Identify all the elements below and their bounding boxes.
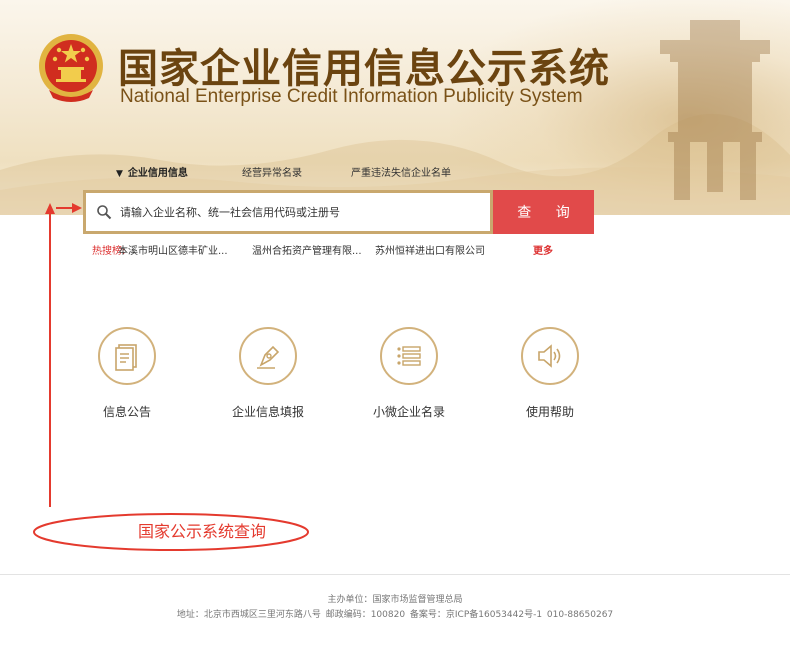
tab-enterprise-credit[interactable]: ▼ 企业信用信息 <box>116 164 188 179</box>
pen-nib-icon <box>257 345 280 369</box>
feature-icon-circle <box>239 327 297 385</box>
footer-address: 地址：北京市西城区三里河东路八号 邮政编码：100820 备案号：京ICP备16… <box>176 610 614 620</box>
header-banner: 国家企业信用信息公示系统 National Enterprise Credit … <box>0 0 790 215</box>
search-field[interactable]: 请输入企业名称、统一社会信用代码或注册号 <box>83 190 493 234</box>
annotation-label: 国家公示系统查询 <box>138 522 267 541</box>
feature-micro-enterprise-list[interactable]: 小微企业名录 <box>349 327 469 420</box>
hot-search-bar: 热搜榜: 本溪市明山区德丰矿业... 温州合拓资产管理有限... 苏州恒祥进出口… <box>92 242 485 257</box>
feature-label: 使用帮助 <box>525 405 574 419</box>
tab-serious-violation[interactable]: 严重违法失信企业名单 <box>351 164 451 179</box>
search-tabs: ▼ 企业信用信息 经营异常名录 严重违法失信企业名单 <box>0 164 790 182</box>
feature-icon-circle <box>98 327 156 385</box>
tab-label: 经营异常名录 <box>242 168 302 179</box>
hot-search-item[interactable]: 苏州恒祥进出口有限公司 <box>375 242 485 257</box>
triangle-down-icon: ▼ <box>116 169 123 179</box>
tab-label: 企业信用信息 <box>127 168 188 179</box>
document-icon <box>115 344 137 371</box>
list-icon <box>397 346 421 366</box>
hot-search-item[interactable]: 本溪市明山区德丰矿业... <box>118 242 228 257</box>
feature-label: 小微企业名录 <box>372 405 445 419</box>
hot-search-more-link[interactable]: 更多 <box>533 242 553 257</box>
footer-divider <box>0 574 790 575</box>
search-input[interactable]: 请输入企业名称、统一社会信用代码或注册号 <box>86 193 490 231</box>
feature-label: 企业信息填报 <box>231 405 304 419</box>
tab-label: 严重违法失信企业名单 <box>351 168 451 179</box>
feature-label: 信息公告 <box>102 405 151 419</box>
tab-abnormal-operation[interactable]: 经营异常名录 <box>242 164 302 179</box>
speaker-icon <box>538 344 561 368</box>
feature-icon-circle <box>380 327 438 385</box>
feature-help[interactable]: 使用帮助 <box>490 327 610 420</box>
footer-sponsor: 主办单位：国家市场监督管理总局 <box>327 595 463 605</box>
feature-icon-circle <box>521 327 579 385</box>
search-placeholder: 请输入企业名称、统一社会信用代码或注册号 <box>120 206 340 219</box>
national-emblem-icon <box>39 34 103 102</box>
hot-search-item[interactable]: 温州合拓资产管理有限... <box>252 242 362 257</box>
search-button[interactable]: 查 询 <box>493 190 594 234</box>
site-title-en: National Enterprise Credit Information P… <box>120 86 583 107</box>
search-icon <box>97 205 112 220</box>
feature-info-announcement[interactable]: 信息公告 <box>67 327 187 420</box>
feature-enterprise-report[interactable]: 企业信息填报 <box>208 327 328 420</box>
